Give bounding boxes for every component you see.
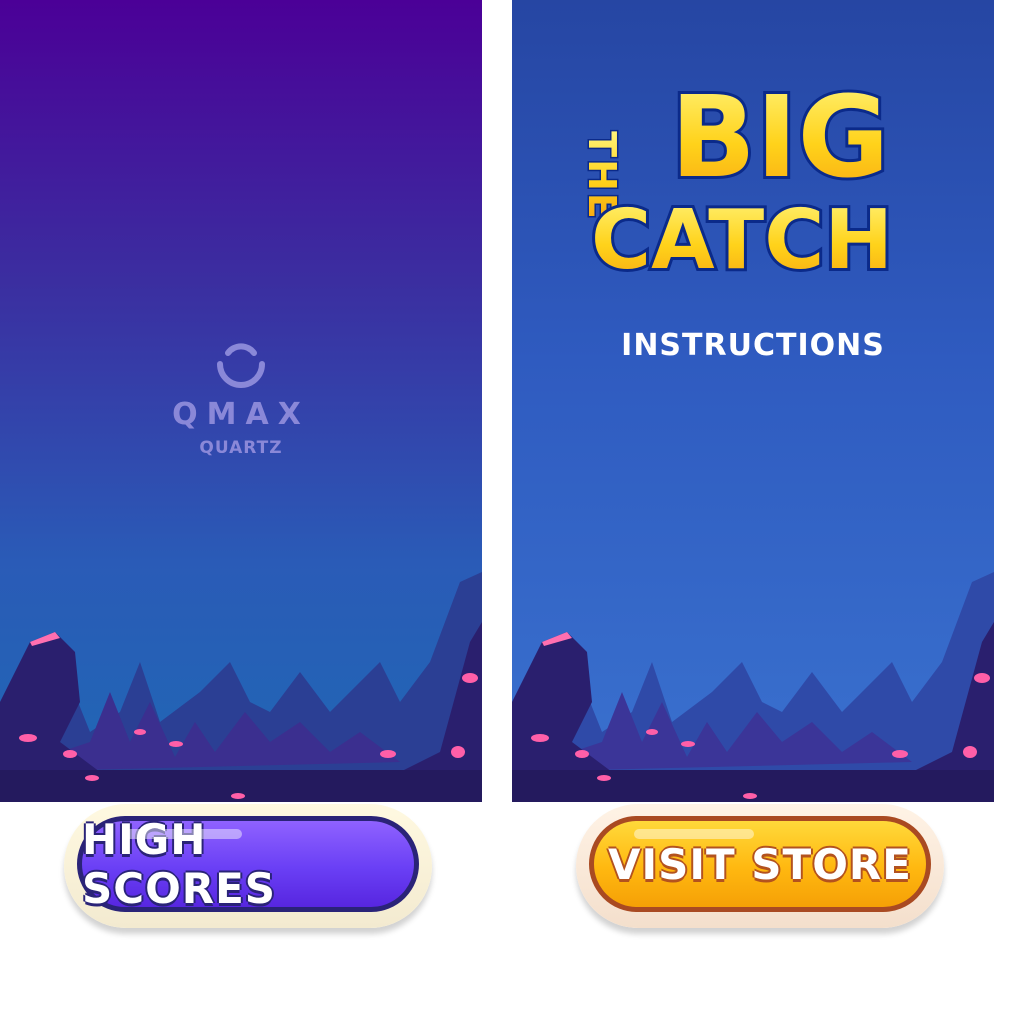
button-shine bbox=[634, 829, 754, 839]
logo-name: QMAX bbox=[172, 397, 310, 432]
ring-arc-icon bbox=[217, 343, 265, 388]
logo-subtitle: QUARTZ bbox=[199, 438, 283, 458]
brand-logo: QMAX QUARTZ bbox=[0, 342, 482, 458]
title-panel: THE BIG CATCH INSTRUCTIONS bbox=[512, 0, 994, 802]
title-word-big: BIG bbox=[671, 73, 890, 203]
button-shine bbox=[122, 829, 242, 839]
visit-store-button-face: VISIT STORE bbox=[589, 816, 931, 912]
alien-landscape-illustration bbox=[512, 572, 994, 802]
title-word-catch: CATCH bbox=[591, 193, 893, 288]
high-scores-button-face: HIGH SCORES bbox=[77, 815, 419, 913]
instructions-button[interactable]: INSTRUCTIONS bbox=[512, 328, 994, 363]
high-scores-button[interactable]: HIGH SCORES bbox=[64, 804, 432, 928]
visit-store-button[interactable]: VISIT STORE bbox=[576, 804, 944, 928]
alien-landscape-illustration bbox=[0, 572, 482, 802]
game-title-logo: THE BIG CATCH bbox=[579, 70, 897, 291]
splash-panel: QMAX QUARTZ bbox=[0, 0, 482, 802]
visit-store-label: VISIT STORE bbox=[608, 839, 912, 889]
